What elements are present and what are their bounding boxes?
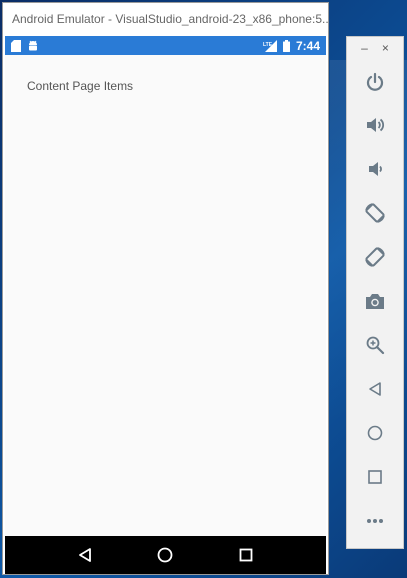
- lte-signal-icon: LTE: [263, 39, 277, 52]
- emulator-toolbar: – ×: [346, 36, 404, 549]
- volume-down-button[interactable]: [360, 154, 390, 184]
- volume-up-button[interactable]: [360, 110, 390, 140]
- screenshot-button[interactable]: [360, 286, 390, 316]
- toolbar-window-controls: – ×: [347, 37, 403, 59]
- camera-icon: [366, 294, 384, 309]
- nav-back-icon[interactable]: [70, 540, 100, 570]
- home-icon: [367, 425, 383, 441]
- toolbar-recents-button[interactable]: [360, 462, 390, 492]
- sd-card-icon: [11, 39, 21, 52]
- window-title: Android Emulator - VisualStudio_android-…: [12, 11, 328, 26]
- network-label: LTE: [263, 42, 273, 48]
- android-status-bar: LTE 7:44: [5, 36, 326, 55]
- power-icon: [366, 72, 384, 91]
- zoom-button[interactable]: [360, 330, 390, 360]
- content-page-label: Content Page Items: [27, 79, 134, 93]
- zoom-icon: [366, 336, 385, 355]
- toolbar-more-button[interactable]: [360, 506, 390, 536]
- window-title-bar[interactable]: Android Emulator - VisualStudio_android-…: [3, 3, 328, 34]
- nav-recents-icon[interactable]: [231, 540, 261, 570]
- power-button[interactable]: [360, 67, 390, 97]
- rotate-left-icon: [365, 203, 385, 223]
- toolbar-home-button[interactable]: [360, 418, 390, 448]
- battery-icon: [282, 39, 290, 52]
- toolbar-back-button[interactable]: [360, 374, 390, 404]
- rotate-left-button[interactable]: [360, 198, 390, 228]
- toolbar-minimize-button[interactable]: –: [361, 41, 368, 55]
- recents-icon: [368, 470, 382, 484]
- android-navigation-bar: [5, 536, 326, 574]
- rotate-right-button[interactable]: [360, 242, 390, 272]
- app-content-area: Content Page Items: [5, 55, 326, 536]
- android-icon: [27, 40, 39, 52]
- emulator-window: Android Emulator - VisualStudio_android-…: [2, 2, 329, 575]
- toolbar-close-button[interactable]: ×: [382, 41, 389, 55]
- more-icon: [367, 519, 383, 523]
- volume-down-icon: [369, 162, 382, 176]
- back-icon: [369, 382, 381, 396]
- rotate-right-icon: [365, 247, 385, 267]
- nav-home-icon[interactable]: [150, 540, 180, 570]
- status-time: 7:44: [295, 38, 320, 53]
- volume-up-icon: [367, 118, 385, 132]
